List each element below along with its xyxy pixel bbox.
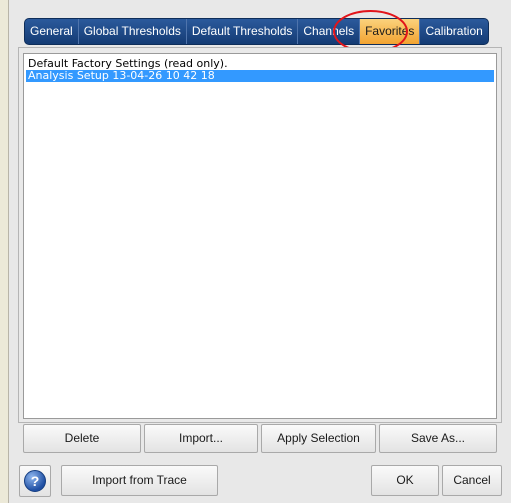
cancel-button[interactable]: Cancel (442, 465, 502, 496)
tab-favorites[interactable]: Favorites (360, 19, 421, 44)
tab-general[interactable]: General (25, 19, 79, 44)
import-from-trace-button[interactable]: Import from Trace (61, 465, 218, 496)
apply-selection-button[interactable]: Apply Selection (261, 424, 376, 453)
window-left-border (0, 0, 9, 503)
tab-global-thresholds[interactable]: Global Thresholds (78, 19, 187, 44)
list-item-analysis-setup[interactable]: Analysis Setup 13-04-26 10 42 18 (26, 70, 494, 82)
save-as-button[interactable]: Save As... (379, 424, 497, 453)
delete-button[interactable]: Delete (23, 424, 141, 453)
tab-calibration[interactable]: Calibration (420, 19, 488, 44)
import-button[interactable]: Import... (144, 424, 258, 453)
ok-button[interactable]: OK (371, 465, 439, 496)
favorites-list[interactable]: Default Factory Settings (read only). An… (23, 53, 497, 419)
tab-bar: General Global Thresholds Default Thresh… (24, 18, 489, 45)
help-icon[interactable]: ? (24, 470, 46, 492)
tab-channels[interactable]: Channels (298, 19, 361, 44)
tab-default-thresholds[interactable]: Default Thresholds (186, 19, 299, 44)
